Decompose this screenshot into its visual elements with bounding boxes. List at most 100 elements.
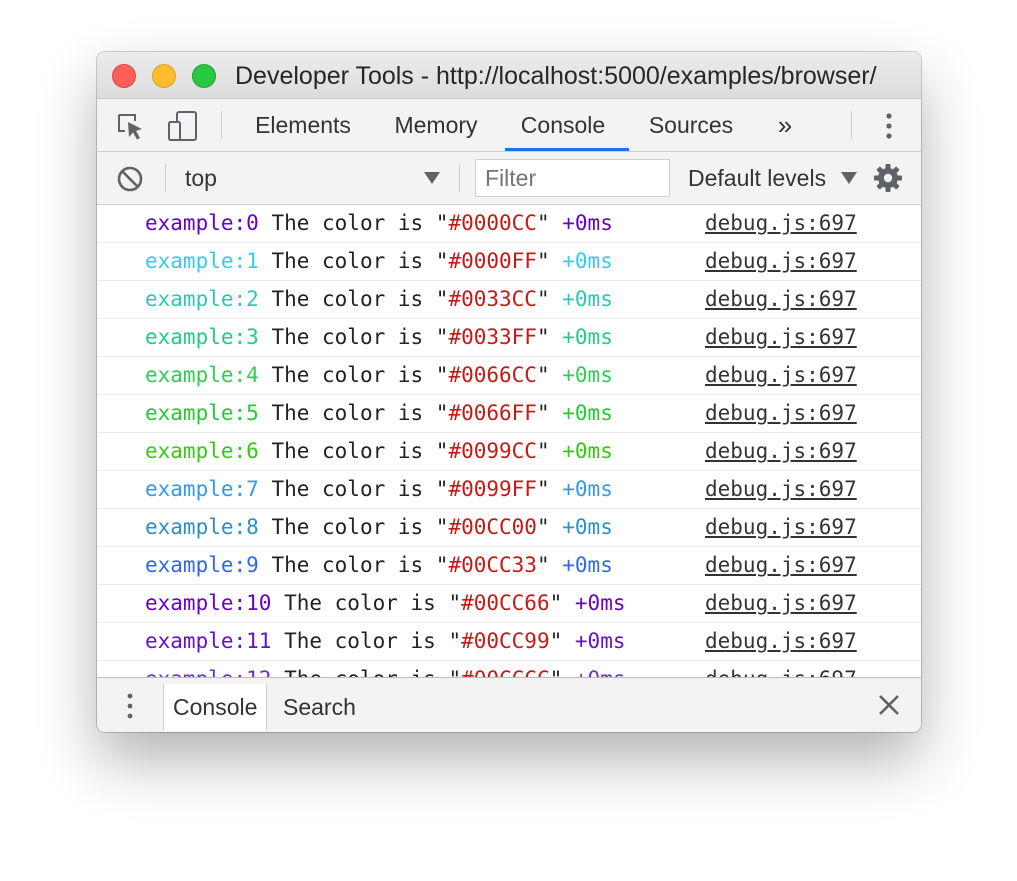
minimize-window-button[interactable] [152,64,176,88]
source-link[interactable]: debug.js:697 [705,585,857,622]
tab-memory[interactable]: Memory [385,99,487,151]
log-text: " [536,249,563,273]
log-color-value: #00CCCC [461,667,550,677]
log-text: The color is " [258,477,449,501]
drawer-tab-bar: Console Search [97,677,921,732]
close-drawer-icon[interactable] [878,694,900,716]
toolbar-divider [221,111,222,139]
log-text: " [536,477,563,501]
log-message: example:5 The color is "#0066FF" +0ms [145,395,613,432]
source-link[interactable]: debug.js:697 [705,547,857,584]
drawer-tab-search[interactable]: Search [283,684,356,731]
source-link[interactable]: debug.js:697 [705,319,857,356]
main-tab-bar: Elements Memory Console Sources » [97,99,921,152]
drawer-tab-console[interactable]: Console [163,684,268,731]
source-link[interactable]: debug.js:697 [705,281,857,318]
log-color-value: #0066CC [448,363,537,387]
source-link[interactable]: debug.js:697 [705,661,857,677]
log-text: The color is " [271,667,461,677]
log-time-delta: +0ms [562,477,613,501]
close-window-button[interactable] [112,64,136,88]
more-tabs-chevron-icon[interactable]: » [767,99,803,151]
tab-sources[interactable]: Sources [640,99,742,151]
log-time-delta: +0ms [562,249,613,273]
filter-input[interactable] [475,159,670,197]
log-text: The color is " [258,363,449,387]
log-time-delta: +0ms [562,287,613,311]
log-text: " [536,515,563,539]
log-text: The color is " [258,211,449,235]
drawer-menu-icon[interactable] [123,691,137,721]
log-color-value: #00CC33 [448,553,537,577]
log-namespace: example:10 [145,591,272,615]
tab-elements[interactable]: Elements [247,99,359,151]
log-color-value: #0033FF [448,325,537,349]
log-text: " [550,667,575,677]
log-time-delta: +0ms [562,401,613,425]
log-message: example:0 The color is "#0000CC" +0ms [145,205,613,242]
window-title: Developer Tools - http://localhost:5000/… [235,62,877,90]
log-message: example:4 The color is "#0066CC" +0ms [145,357,613,394]
log-time-delta: +0ms [562,439,613,463]
title-bar: Developer Tools - http://localhost:5000/… [97,52,921,99]
log-time-delta: +0ms [575,667,626,677]
log-message: example:9 The color is "#00CC33" +0ms [145,547,613,584]
source-link[interactable]: debug.js:697 [705,433,857,470]
log-time-delta: +0ms [574,629,626,653]
log-text: The color is " [258,287,449,311]
log-time-delta: +0ms [562,325,613,349]
source-link[interactable]: debug.js:697 [705,395,857,432]
zoom-window-button[interactable] [192,64,216,88]
log-text: " [536,553,563,577]
log-message: example:8 The color is "#00CC00" +0ms [145,509,613,546]
log-message: example:7 The color is "#0099FF" +0ms [145,471,613,508]
source-link[interactable]: debug.js:697 [705,357,857,394]
log-text: The color is " [258,515,449,539]
tab-console[interactable]: Console [507,99,619,151]
log-row: example:7 The color is "#0099FF" +0ms deb… [97,471,921,509]
source-link[interactable]: debug.js:697 [705,205,857,242]
log-namespace: example:5 [145,401,259,425]
log-namespace: example:8 [145,515,259,539]
log-row: example:9 The color is "#00CC33" +0ms deb… [97,547,921,585]
log-time-delta: +0ms [562,363,613,387]
clear-console-icon[interactable] [116,165,144,193]
levels-dropdown-arrow-icon[interactable] [840,171,858,185]
log-text: " [536,439,563,463]
settings-gear-icon[interactable] [873,163,903,193]
log-text: " [536,363,563,387]
log-levels-dropdown[interactable]: Default levels [688,152,826,204]
log-time-delta: +0ms [562,211,613,235]
log-message: example:6 The color is "#0099CC" +0ms [145,433,613,470]
log-namespace: example:12 [145,667,271,677]
log-text: " [536,325,563,349]
toolbar-divider [459,164,460,192]
log-message: example:11 The color is "#00CC99" +0ms [145,623,625,660]
toolbar-divider [165,164,166,192]
log-row: example:1 The color is "#0000FF" +0ms deb… [97,243,921,281]
log-color-value: #0099FF [448,477,537,501]
context-dropdown-arrow-icon[interactable] [423,171,441,185]
log-namespace: example:3 [145,325,259,349]
context-selector[interactable]: top [185,152,217,204]
device-toolbar-icon[interactable] [167,110,199,142]
source-link[interactable]: debug.js:697 [705,471,857,508]
source-link[interactable]: debug.js:697 [705,509,857,546]
log-row: example:10 The color is "#00CC66" +0ms de… [97,585,921,623]
log-text: The color is " [258,325,449,349]
inspect-element-icon[interactable] [115,111,145,141]
log-namespace: example:2 [145,287,259,311]
log-row: example:11 The color is "#00CC99" +0ms de… [97,623,921,661]
source-link[interactable]: debug.js:697 [705,623,857,660]
source-link[interactable]: debug.js:697 [705,243,857,280]
log-color-value: #00CC66 [461,591,550,615]
log-namespace: example:4 [145,363,259,387]
log-namespace: example:6 [145,439,259,463]
log-message: example:3 The color is "#0033FF" +0ms [145,319,613,356]
kebab-menu-icon[interactable] [882,111,896,141]
console-toolbar: top Default levels [97,152,921,205]
console-log[interactable]: example:0 The color is "#0000CC" +0ms deb… [97,205,921,677]
log-color-value: #00CC00 [448,515,537,539]
log-message: example:12 The color is "#00CCCC" +0ms [145,661,625,677]
log-color-value: #0033CC [448,287,537,311]
